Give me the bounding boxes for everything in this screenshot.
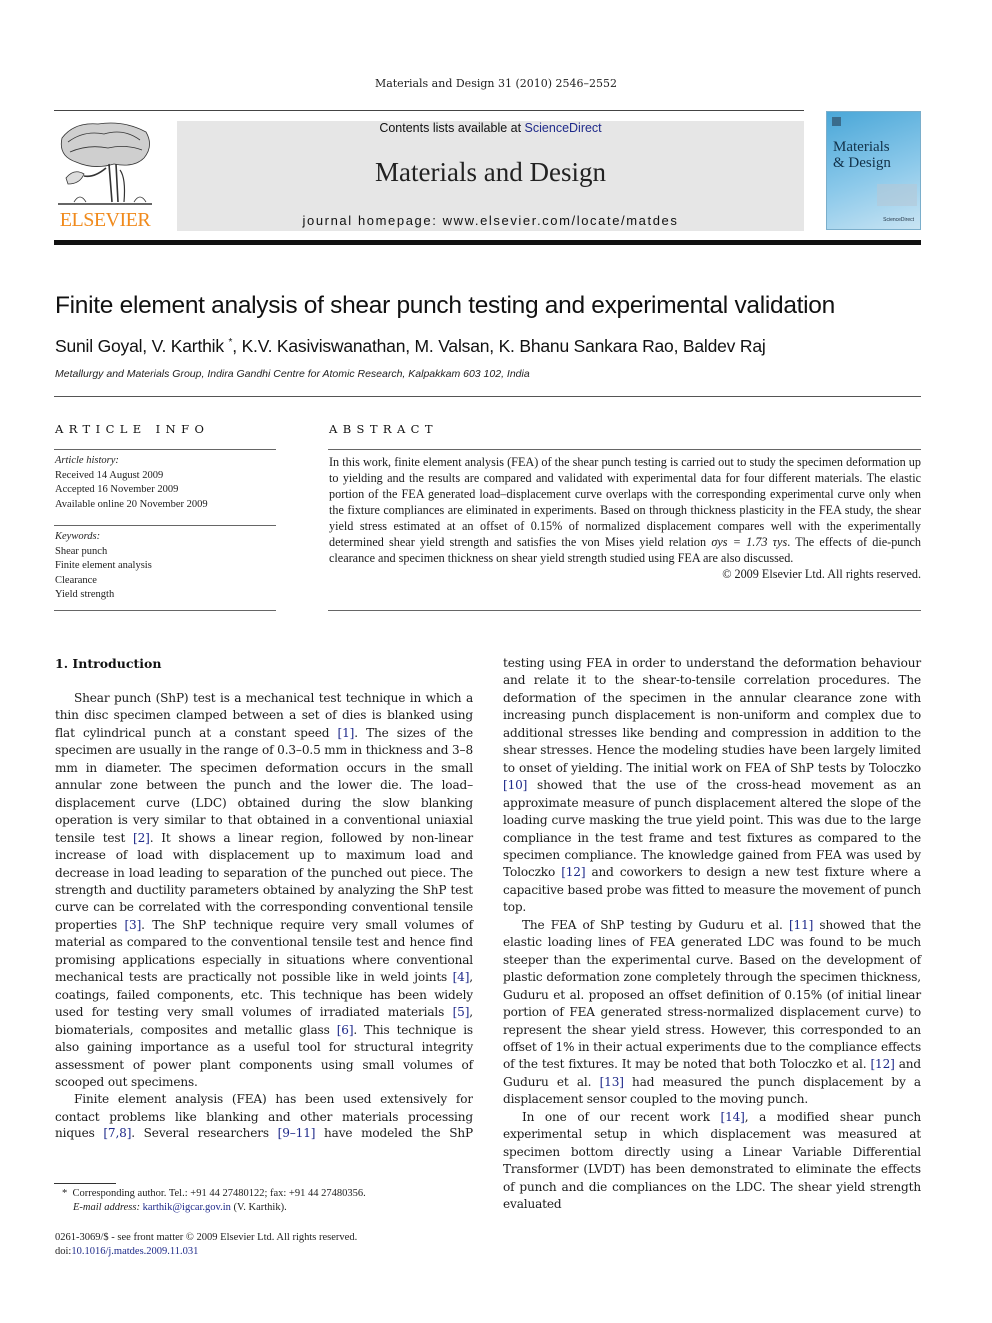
- front-matter: 0261-3069/$ - see front matter © 2009 El…: [55, 1231, 495, 1259]
- authors-after: , K.V. Kasiviswanathan, M. Valsan, K. Bh…: [232, 336, 766, 356]
- email-label: E-mail address:: [73, 1202, 140, 1213]
- keyword-item: Yield strength: [55, 589, 115, 600]
- citation-link[interactable]: [3]: [124, 918, 141, 932]
- citation-link[interactable]: [2]: [133, 831, 150, 845]
- cover-footer: ScienceDirect: [883, 217, 914, 223]
- text-fragment: niques: [55, 1126, 104, 1141]
- citation-link[interactable]: [9–11]: [278, 1126, 316, 1140]
- citation-link[interactable]: [14]: [721, 1110, 745, 1124]
- keywords-rule: [54, 525, 276, 526]
- doi-prefix: doi:: [55, 1246, 72, 1257]
- footnote-rule: [54, 1183, 116, 1184]
- doi-link[interactable]: 10.1016/j.matdes.2009.11.031: [71, 1246, 198, 1257]
- keyword-item: Shear punch: [55, 545, 108, 557]
- text-fragment: testing using FEA in order to understand…: [503, 656, 921, 775]
- issn-copyright: 0261-3069/$ - see front matter © 2009 El…: [55, 1232, 358, 1243]
- paragraph-intro-4: In one of our recent work [14], a modifi…: [503, 1109, 921, 1212]
- cover-graphic: [877, 184, 917, 206]
- citation-link[interactable]: [4]: [453, 970, 470, 984]
- cover-title: Materials & Design: [833, 139, 891, 171]
- article-history: Article history: Received 14 August 2009…: [55, 454, 208, 512]
- citation-link[interactable]: [6]: [337, 1023, 354, 1037]
- citation-link[interactable]: [11]: [789, 918, 813, 932]
- affiliation: Metallurgy and Materials Group, Indira G…: [55, 368, 530, 380]
- sciencedirect-link[interactable]: ScienceDirect: [525, 121, 602, 135]
- citation-link[interactable]: [7,8]: [103, 1126, 131, 1140]
- contents-prefix: Contents lists available at: [379, 121, 525, 135]
- masthead-banner: Contents lists available at ScienceDirec…: [177, 121, 804, 231]
- von-mises-equation: σys = 1.73 τys: [711, 535, 788, 549]
- corresponding-author-text: Corresponding author. Tel.: +91 44 27480…: [72, 1188, 366, 1199]
- masthead-thick-rule: [54, 240, 921, 245]
- history-received: Received 14 August 2009: [55, 469, 164, 481]
- keyword-item: Clearance: [55, 574, 97, 586]
- abstract-rule: [328, 449, 921, 450]
- elsevier-logo[interactable]: ELSEVIER: [54, 118, 156, 232]
- text-fragment: have modeled the ShP: [315, 1126, 473, 1141]
- abstract-heading: ABSTRACT: [329, 422, 438, 436]
- keyword-item: Finite element analysis: [55, 560, 152, 571]
- footnotes: * Corresponding author. Tel.: +91 44 274…: [62, 1187, 482, 1215]
- cover-publisher-icon: [832, 117, 841, 126]
- corresponding-author-note: * Corresponding author. Tel.: +91 44 274…: [62, 1187, 482, 1201]
- text-fragment: . Several researchers: [131, 1126, 278, 1141]
- footnote-mark: *: [62, 1188, 68, 1199]
- masthead-top-rule: [54, 110, 804, 111]
- paragraph-intro-2-cont: testing using FEA in order to understand…: [503, 656, 921, 915]
- author-list: Sunil Goyal, V. Karthik *, K.V. Kasivisw…: [55, 336, 766, 357]
- citation-link[interactable]: [1]: [338, 726, 355, 740]
- abstract-copyright: © 2009 Elsevier Ltd. All rights reserved…: [722, 567, 921, 581]
- authors-before: Sunil Goyal, V. Karthik: [55, 336, 229, 356]
- abstract-bottom-rule: [328, 610, 921, 611]
- article-info-bottom-rule: [54, 610, 276, 611]
- elsevier-wordmark: ELSEVIER: [59, 209, 151, 231]
- paragraph-intro-1: Shear punch (ShP) test is a mechanical t…: [55, 691, 474, 1089]
- cover-title-line2: & Design: [833, 155, 891, 171]
- citation-link[interactable]: [12]: [870, 1057, 894, 1071]
- email-note: E-mail address: karthik@igcar.gov.in (V.…: [62, 1201, 482, 1215]
- abstract-paragraph: In this work, finite element analysis (F…: [329, 454, 921, 566]
- paragraph-intro-2: Finite element analysis (FEA) has been u…: [55, 1092, 473, 1124]
- paragraph-intro-3: The FEA of ShP testing by Guduru et al. …: [503, 917, 921, 1107]
- journal-cover-thumbnail[interactable]: Materials & Design ScienceDirect: [826, 111, 921, 230]
- doi-line: doi:10.1016/j.matdes.2009.11.031: [55, 1245, 495, 1259]
- article-info-rule: [54, 449, 276, 450]
- history-online: Available online 20 November 2009: [55, 498, 208, 510]
- citation-link[interactable]: [12]: [561, 865, 585, 879]
- section-heading-introduction: 1. Introduction: [55, 656, 162, 671]
- contents-line: Contents lists available at ScienceDirec…: [177, 121, 804, 135]
- title-rule: [54, 396, 921, 397]
- citation-link[interactable]: [13]: [600, 1075, 624, 1089]
- history-accepted: Accepted 16 November 2009: [55, 484, 179, 495]
- body-column-right: testing using FEA in order to understand…: [503, 655, 921, 1214]
- citation-link[interactable]: [5]: [453, 1005, 470, 1019]
- running-head: Materials and Design 31 (2010) 2546–2552: [374, 77, 618, 90]
- email-link[interactable]: karthik@igcar.gov.in: [143, 1202, 231, 1213]
- journal-name: Materials and Design: [375, 157, 606, 187]
- article-title: Finite element analysis of shear punch t…: [55, 292, 835, 319]
- body-column-left: Shear punch (ShP) test is a mechanical t…: [55, 690, 473, 1143]
- keywords: Keywords: Shear punch Finite element ana…: [55, 530, 152, 603]
- journal-homepage-link[interactable]: journal homepage: www.elsevier.com/locat…: [177, 213, 804, 228]
- cover-title-line1: Materials: [833, 139, 890, 155]
- elsevier-tree-icon: [58, 122, 152, 205]
- abstract-body: In this work, finite element analysis (F…: [329, 454, 921, 582]
- paragraph-intro-2-cont-left: niques [7,8]. Several researchers [9–11]…: [55, 1125, 473, 1142]
- article-history-label: Article history:: [55, 455, 119, 466]
- keywords-label: Keywords:: [55, 531, 101, 542]
- article-info-heading: ARTICLE INFO: [55, 422, 210, 436]
- email-suffix: (V. Karthik).: [230, 1202, 287, 1213]
- citation-link[interactable]: [10]: [503, 778, 527, 792]
